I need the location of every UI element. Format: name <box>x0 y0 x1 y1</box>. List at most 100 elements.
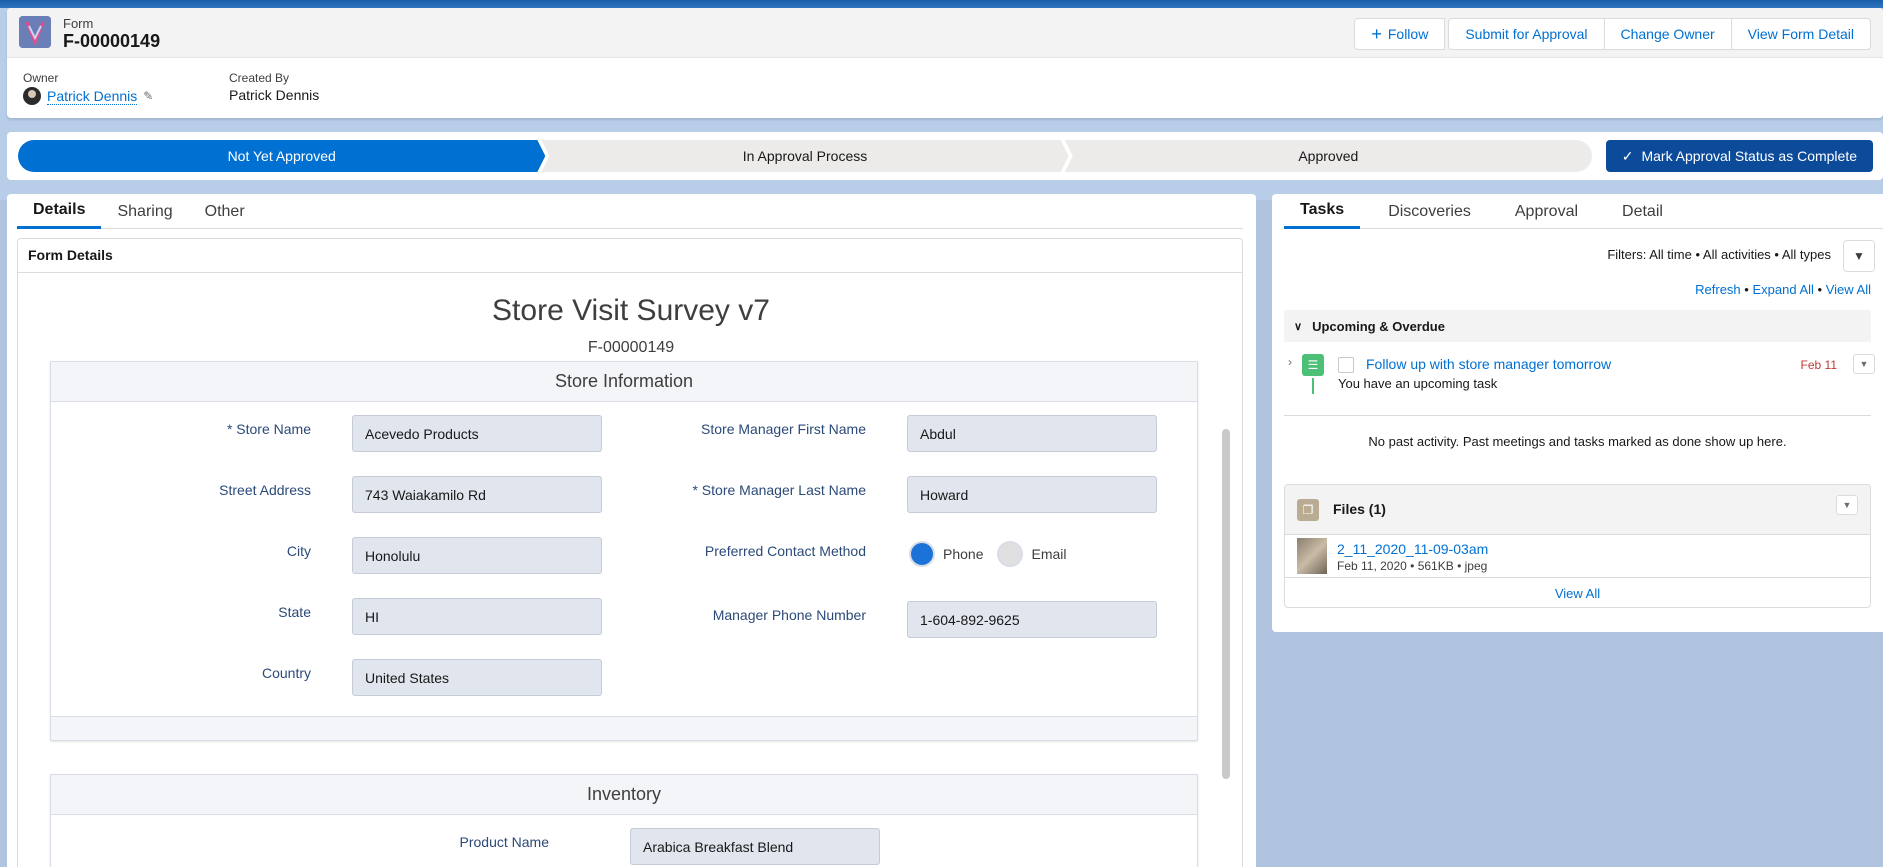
scrollbar[interactable] <box>1222 429 1230 779</box>
manager-first-name-input[interactable]: Abdul <box>907 415 1157 452</box>
tab-details[interactable]: Details <box>17 194 102 229</box>
header-fields: Owner Patrick Dennis ✎ Created By Patric… <box>7 58 1883 118</box>
manager-first-name-label: Store Manager First Name <box>701 421 866 437</box>
stage-approved[interactable]: Approved <box>1064 140 1592 172</box>
task-checkbox[interactable] <box>1338 357 1354 373</box>
view-form-detail-button[interactable]: View Form Detail <box>1730 18 1871 50</box>
change-owner-button[interactable]: Change Owner <box>1603 18 1732 50</box>
file-meta: Feb 11, 2020 • 561KB • jpeg <box>1337 559 1488 573</box>
files-header: ❐ Files (1) ▼ <box>1285 485 1870 535</box>
record-type: Form <box>63 16 94 31</box>
product-name-label: Product Name <box>459 834 549 850</box>
created-by-field: Created By Patrick Dennis <box>229 71 319 103</box>
country-label: Country <box>261 665 311 681</box>
follow-button[interactable]: + Follow <box>1354 18 1446 50</box>
manager-phone-label: Manager Phone Number <box>712 607 866 623</box>
tab-tasks[interactable]: Tasks <box>1284 194 1361 229</box>
left-tabs: Details Sharing Other <box>17 194 1243 229</box>
task-menu-icon[interactable]: ▼ <box>1853 354 1875 374</box>
mark-complete-button[interactable]: ✓ Mark Approval Status as Complete <box>1605 140 1873 172</box>
timeline-line <box>1312 378 1314 394</box>
city-input[interactable]: Honolulu <box>352 537 602 574</box>
city-label: City <box>286 543 311 559</box>
activity-panel: Tasks Discoveries Approval Detail Filter… <box>1272 194 1883 632</box>
form-number: F-00000149 <box>587 339 675 356</box>
avatar <box>23 87 41 105</box>
mark-complete-label: Mark Approval Status as Complete <box>1641 148 1857 164</box>
filter-icon[interactable]: ▼ <box>1843 240 1875 272</box>
expand-all-link[interactable]: Expand All <box>1752 282 1813 297</box>
tab-sharing[interactable]: Sharing <box>101 194 188 229</box>
contact-method-label: Preferred Contact Method <box>704 543 866 559</box>
section-title: Inventory <box>51 775 1197 815</box>
stage-not-yet-approved[interactable]: Not Yet Approved <box>18 140 545 172</box>
owner-label: Owner <box>23 71 59 85</box>
section-footer <box>51 716 1197 740</box>
follow-label: Follow <box>1387 26 1429 42</box>
upcoming-label: Upcoming & Overdue <box>1312 318 1445 334</box>
approval-path: Not Yet Approved In Approval Process App… <box>18 140 1592 172</box>
tab-other[interactable]: Other <box>189 194 261 229</box>
store-information-section: Store Information * Store Name Acevedo P… <box>50 361 1198 741</box>
details-panel: Details Sharing Other Form Details Store… <box>7 194 1256 867</box>
card-title: Form Details <box>28 247 113 263</box>
record-header-top: Form F-00000149 + Follow Submit for Appro… <box>7 8 1883 58</box>
task-title-link[interactable]: Follow up with store manager tomorrow <box>1366 356 1611 372</box>
radio-phone[interactable] <box>909 541 935 567</box>
form-record-icon <box>19 16 51 48</box>
submit-for-approval-button[interactable]: Submit for Approval <box>1448 18 1605 50</box>
file-thumbnail[interactable] <box>1297 538 1327 574</box>
state-input[interactable]: HI <box>352 598 602 635</box>
country-input[interactable]: United States <box>352 659 602 696</box>
upcoming-overdue-header[interactable]: ∨ Upcoming & Overdue <box>1284 310 1871 342</box>
header-actions: + Follow Submit for Approval Change Owner… <box>1354 18 1871 50</box>
state-label: State <box>278 604 311 620</box>
tab-detail[interactable]: Detail <box>1594 194 1679 229</box>
task-due-date: Feb 11 <box>1800 358 1837 372</box>
check-icon: ✓ <box>1621 147 1634 164</box>
file-name-link[interactable]: 2_11_2020_11-09-03am <box>1337 541 1488 557</box>
stage-in-approval-process[interactable]: In Approval Process <box>541 140 1068 172</box>
street-address-label: Street Address <box>219 482 311 498</box>
chevron-down-icon: ∨ <box>1294 320 1303 333</box>
filters-summary: Filters: All time • All activities • All… <box>1607 247 1831 262</box>
view-all-link[interactable]: View All <box>1826 282 1871 297</box>
chevron-right-icon[interactable]: › <box>1288 355 1292 369</box>
manager-last-name-label: * Store Manager Last Name <box>692 482 866 498</box>
owner-field: Owner Patrick Dennis ✎ <box>23 71 153 105</box>
street-address-input[interactable]: 743 Waiakamilo Rd <box>352 476 602 513</box>
form-details-card: Form Details Store Visit Survey v7 F-000… <box>17 238 1243 867</box>
radio-email[interactable] <box>997 541 1024 567</box>
files-icon: ❐ <box>1297 499 1319 521</box>
path-bar: Not Yet Approved In Approval Process App… <box>7 132 1883 180</box>
refresh-link[interactable]: Refresh <box>1695 282 1741 297</box>
radio-phone-label: Phone <box>943 546 984 562</box>
inventory-section: Inventory Product Name Arabica Breakfast… <box>50 774 1198 867</box>
record-header: Form F-00000149 + Follow Submit for Appro… <box>7 8 1883 118</box>
task-subtitle: You have an upcoming task <box>1338 376 1498 391</box>
files-card: ❐ Files (1) ▼ 2_11_2020_11-09-03am Feb 1… <box>1284 484 1871 608</box>
tab-approval[interactable]: Approval <box>1487 194 1594 229</box>
change-owner-icon[interactable]: ✎ <box>143 89 153 103</box>
manager-phone-input[interactable]: 1-604-892-9625 <box>907 601 1157 638</box>
tab-discoveries[interactable]: Discoveries <box>1360 194 1487 229</box>
product-name-input[interactable]: Arabica Breakfast Blend <box>630 828 880 865</box>
section-title: Store Information <box>51 362 1197 402</box>
contact-method-radio-group: Phone Email <box>909 541 1081 567</box>
task-icon: ☰ <box>1302 354 1324 376</box>
activity-divider <box>1284 415 1871 416</box>
plus-icon: + <box>1371 24 1382 44</box>
no-past-activity: No past activity. Past meetings and task… <box>1368 434 1787 449</box>
files-view-all-link[interactable]: View All <box>1285 577 1870 607</box>
files-menu-icon[interactable]: ▼ <box>1836 495 1858 515</box>
manager-last-name-input[interactable]: Howard <box>907 476 1157 513</box>
store-name-input[interactable]: Acevedo Products <box>352 415 602 452</box>
card-divider <box>18 272 1242 273</box>
activity-links: Refresh • Expand All • View All <box>1695 282 1871 297</box>
radio-email-label: Email <box>1031 546 1067 562</box>
files-title[interactable]: Files (1) <box>1333 501 1386 517</box>
owner-link[interactable]: Patrick Dennis <box>47 88 138 105</box>
created-by-value: Patrick Dennis <box>229 87 320 103</box>
created-by-label: Created By <box>229 71 290 85</box>
form-title: Store Visit Survey v7 <box>492 294 770 327</box>
